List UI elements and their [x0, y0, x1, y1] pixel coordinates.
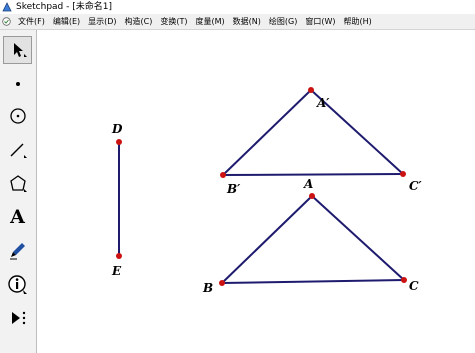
sketchpad-app-icon	[2, 2, 12, 12]
menu-bar: 文件(F) 编辑(E) 显示(D) 构造(C) 变换(T) 度量(M) 数据(N…	[0, 14, 475, 30]
menu-display[interactable]: 显示(D)	[84, 14, 120, 29]
menu-edit[interactable]: 编辑(E)	[49, 14, 84, 29]
label-B[interactable]: B	[202, 281, 213, 295]
segment-AC[interactable]	[311, 195, 405, 281]
label-E[interactable]: E	[111, 264, 122, 278]
canvas-drawing: D E A′ B′ C′ A B C	[111, 87, 423, 295]
segment-BC[interactable]	[221, 279, 405, 284]
compass-tool[interactable]	[3, 102, 32, 130]
label-A-prime[interactable]: A′	[316, 96, 330, 110]
point-A-prime[interactable]	[308, 87, 314, 93]
toolbox: A	[0, 30, 37, 353]
segment-B'C'[interactable]	[222, 173, 404, 176]
menu-measure[interactable]: 度量(M)	[192, 14, 229, 29]
point-B-prime[interactable]	[220, 172, 226, 178]
menu-file[interactable]: 文件(F)	[14, 14, 49, 29]
label-B-prime[interactable]: B′	[226, 182, 241, 196]
segment-A'B'[interactable]	[222, 89, 312, 176]
title-bar: Sketchpad - [未命名1]	[0, 0, 475, 14]
menu-transform[interactable]: 变换(T)	[156, 14, 191, 29]
arrow-icon	[13, 43, 27, 57]
point-E[interactable]	[116, 253, 122, 259]
marker-tool[interactable]	[3, 237, 32, 265]
window-title: Sketchpad - [未命名1]	[16, 2, 112, 12]
document-icon[interactable]	[2, 17, 11, 26]
info-icon	[7, 275, 27, 294]
label-C[interactable]: C	[409, 279, 419, 293]
line-icon	[10, 143, 27, 158]
text-tool[interactable]: A	[3, 203, 32, 231]
point-A[interactable]	[309, 193, 315, 199]
menu-construct[interactable]: 构造(C)	[121, 14, 157, 29]
menu-window[interactable]: 窗口(W)	[301, 14, 339, 29]
straightedge-tool[interactable]	[3, 136, 32, 164]
menu-help[interactable]: 帮助(H)	[340, 14, 376, 29]
point-tool[interactable]	[3, 69, 32, 97]
polygon-tool[interactable]	[3, 170, 32, 198]
pentagon-icon	[9, 175, 27, 192]
information-tool[interactable]	[3, 271, 32, 299]
custom-tool[interactable]	[3, 304, 32, 332]
label-A[interactable]: A	[303, 177, 313, 191]
arrow-selection-tool[interactable]	[3, 36, 32, 64]
sketch-canvas[interactable]: D E A′ B′ C′ A B C	[37, 30, 475, 353]
point-B[interactable]	[219, 280, 225, 286]
point-icon	[15, 82, 20, 86]
circle-icon	[9, 108, 26, 124]
point-C-prime[interactable]	[400, 171, 406, 177]
menu-graph[interactable]: 绘图(G)	[265, 14, 301, 29]
segment-AB[interactable]	[221, 195, 313, 284]
point-D[interactable]	[116, 139, 122, 145]
point-C[interactable]	[401, 277, 407, 283]
text-a-icon: A	[10, 206, 25, 228]
menu-data[interactable]: 数据(N)	[229, 14, 265, 29]
play-more-icon	[11, 311, 25, 325]
label-D[interactable]: D	[111, 122, 123, 136]
label-C-prime[interactable]: C′	[409, 179, 423, 193]
pen-icon	[9, 243, 25, 260]
